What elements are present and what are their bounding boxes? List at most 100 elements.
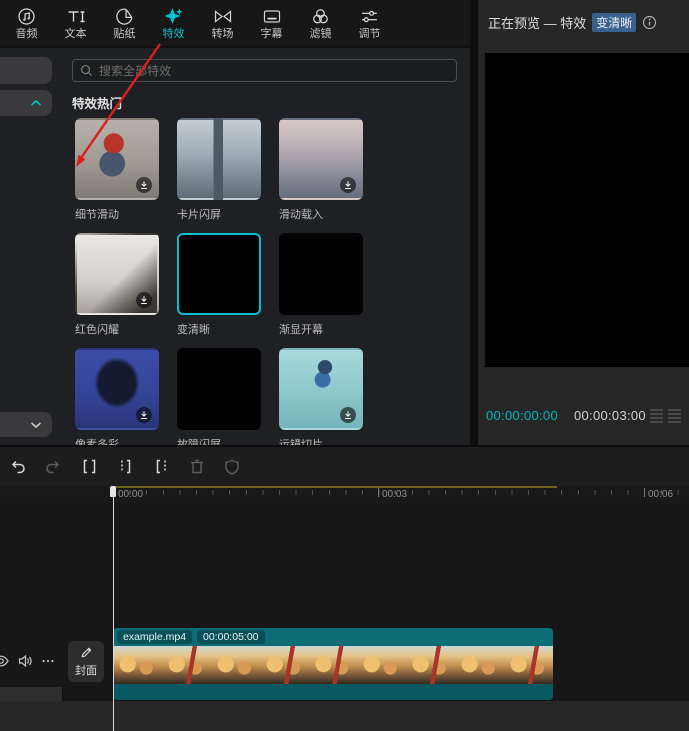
ruler-label: 00:03 xyxy=(382,489,407,500)
effect-thumbnail xyxy=(279,348,363,430)
clip-filename: example.mp4 xyxy=(117,630,192,644)
sidebar-category-pill-expanded[interactable] xyxy=(0,90,52,116)
preview-title: 正在预览 — 特效 xyxy=(488,13,586,32)
preview-panel: 正在预览 — 特效 变清晰 00:00:00:00 00:00:03:00 xyxy=(478,0,689,445)
playhead-handle[interactable] xyxy=(110,486,116,497)
transition-icon xyxy=(213,7,233,27)
effect-thumbnail xyxy=(75,233,159,315)
timeline-bottom-strip xyxy=(0,701,689,731)
effect-thumbnail xyxy=(75,348,159,430)
timeline-tracks: 封面 example.mp4 00:00:05:00 xyxy=(0,503,689,731)
ruler-label: 00:06 xyxy=(648,489,673,500)
current-time: 00:00:00:00 xyxy=(486,408,558,423)
delete-right-icon[interactable] xyxy=(152,457,171,476)
tab-adjust[interactable]: 调节 xyxy=(345,1,394,45)
effect-card[interactable]: 故障闪屏 xyxy=(177,348,261,445)
tab-sticker[interactable]: 贴纸 xyxy=(100,1,149,45)
effect-card[interactable]: 运镜切片 xyxy=(279,348,363,445)
panel-divider-vertical[interactable] xyxy=(470,0,478,445)
video-clip[interactable]: example.mp4 00:00:05:00 xyxy=(113,628,553,700)
tab-filter[interactable]: 滤镜 xyxy=(296,1,345,45)
clip-filmstrip xyxy=(113,646,553,684)
clip-duration: 00:00:05:00 xyxy=(197,630,264,644)
sticker-icon xyxy=(115,7,134,27)
preview-effect-badge: 变清晰 xyxy=(592,13,636,32)
cover-button[interactable]: 封面 xyxy=(68,641,104,682)
more-options-icon[interactable] xyxy=(41,654,55,668)
download-icon xyxy=(136,292,152,308)
ruler-label: 00:00 xyxy=(118,489,143,500)
effect-range-line xyxy=(113,486,557,488)
effect-thumbnail xyxy=(177,233,261,315)
effect-thumbnail xyxy=(279,233,363,315)
tab-text[interactable]: 文本 xyxy=(51,1,100,45)
filmstrip-frame xyxy=(211,646,260,684)
effects-star-icon xyxy=(163,7,184,27)
undo-icon[interactable] xyxy=(8,457,27,476)
delete-icon[interactable] xyxy=(188,457,206,476)
playhead-line[interactable] xyxy=(113,486,114,731)
download-icon xyxy=(340,177,356,193)
clip-audio-bar xyxy=(113,684,553,700)
filmstrip-frame xyxy=(357,646,406,684)
shield-icon[interactable] xyxy=(223,457,241,476)
download-icon xyxy=(136,177,152,193)
eye-icon[interactable] xyxy=(0,654,9,668)
captions-icon xyxy=(262,7,282,27)
info-icon[interactable] xyxy=(642,15,657,30)
tab-audio[interactable]: 音频 xyxy=(2,1,51,45)
filter-icon xyxy=(311,7,330,27)
effects-grid: 细节滑动 卡片闪屏 滑动载入 红色闪耀 xyxy=(75,118,363,445)
effect-thumbnail xyxy=(279,118,363,200)
chevron-down-icon xyxy=(30,421,42,429)
sidebar-category-pill[interactable] xyxy=(0,57,52,84)
tab-effects[interactable]: 特效 xyxy=(149,1,198,45)
ruler-major-tick xyxy=(378,488,379,497)
effect-card[interactable]: 滑动载入 xyxy=(279,118,363,222)
search-input[interactable] xyxy=(99,64,449,78)
effect-card-selected[interactable]: 变清晰 xyxy=(177,233,261,337)
effect-card[interactable]: 像素多彩 xyxy=(75,348,159,445)
track-controls xyxy=(0,651,60,671)
cover-button-label: 封面 xyxy=(75,662,97,678)
effect-thumbnail xyxy=(75,118,159,200)
filmstrip-frame xyxy=(406,646,455,684)
ruler-major-tick xyxy=(644,488,645,497)
speaker-icon[interactable] xyxy=(18,654,33,668)
pencil-icon xyxy=(80,646,93,659)
filmstrip-frame xyxy=(504,646,553,684)
audio-icon xyxy=(17,7,36,27)
section-title: 特效热门 xyxy=(72,93,122,112)
filmstrip-frame xyxy=(260,646,309,684)
ratio-icon[interactable] xyxy=(650,409,663,423)
effects-search-box[interactable] xyxy=(72,59,457,82)
filmstrip-frame xyxy=(309,646,358,684)
fullscreen-icon[interactable] xyxy=(668,409,681,423)
filmstrip-frame xyxy=(113,646,162,684)
split-icon[interactable] xyxy=(80,457,99,476)
timeline-toolbar xyxy=(0,446,689,486)
video-preview[interactable] xyxy=(485,53,689,367)
chevron-up-icon xyxy=(30,99,42,107)
effect-card[interactable]: 卡片闪屏 xyxy=(177,118,261,222)
effect-thumbnail xyxy=(177,118,261,200)
tab-transition[interactable]: 转场 xyxy=(198,1,247,45)
preview-header: 正在预览 — 特效 变清晰 xyxy=(488,13,657,32)
effect-card[interactable]: 细节滑动 xyxy=(75,118,159,222)
sidebar-dropdown-pill[interactable] xyxy=(0,412,52,437)
preview-footer-icons xyxy=(650,409,681,423)
download-icon xyxy=(340,407,356,423)
search-icon xyxy=(80,64,93,77)
tab-captions[interactable]: 字幕 xyxy=(247,1,296,45)
effect-card[interactable]: 红色闪耀 xyxy=(75,233,159,337)
effects-panel: 特效热门 细节滑动 卡片闪屏 滑动载入 xyxy=(0,48,470,445)
effect-thumbnail xyxy=(177,348,261,430)
delete-left-icon[interactable] xyxy=(116,457,135,476)
effect-card[interactable]: 渐显开幕 xyxy=(279,233,363,337)
app-window: 音频 文本 贴纸 特效 xyxy=(0,0,689,731)
clip-header: example.mp4 00:00:05:00 xyxy=(113,628,553,646)
redo-icon[interactable] xyxy=(44,457,63,476)
adjust-icon xyxy=(360,7,379,27)
timeline-ruler[interactable]: 00:00 00:03 00:06 xyxy=(0,486,689,503)
filmstrip-frame xyxy=(162,646,211,684)
